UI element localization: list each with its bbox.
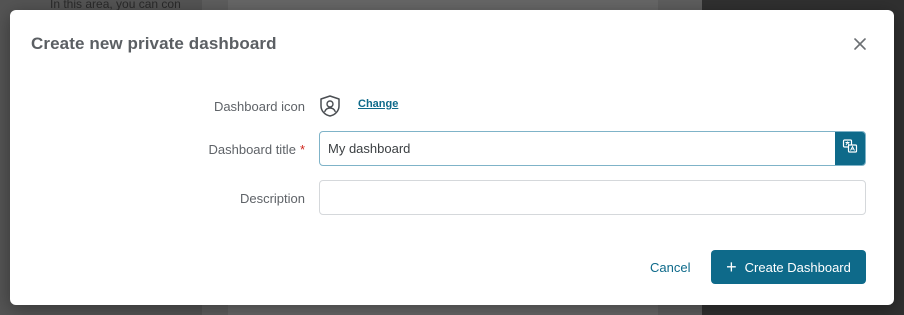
create-dashboard-dialog: Create new private dashboard Dashboard i… bbox=[10, 10, 894, 305]
plus-icon: + bbox=[726, 257, 737, 277]
cancel-button[interactable]: Cancel bbox=[650, 260, 690, 275]
dashboard-title-input[interactable] bbox=[320, 132, 836, 165]
close-icon[interactable] bbox=[852, 36, 868, 52]
dashboard-title-label-text: Dashboard title bbox=[208, 142, 296, 157]
dashboard-title-label: Dashboard title * bbox=[208, 142, 305, 157]
translate-icon bbox=[842, 138, 858, 159]
create-dashboard-label: Create Dashboard bbox=[744, 259, 851, 275]
create-dashboard-button[interactable]: + Create Dashboard bbox=[711, 250, 866, 284]
user-shield-icon bbox=[318, 94, 342, 118]
description-input[interactable] bbox=[319, 180, 866, 215]
translate-button[interactable] bbox=[835, 132, 865, 165]
dashboard-title-field-wrapper bbox=[319, 131, 866, 166]
dialog-title: Create new private dashboard bbox=[31, 34, 277, 53]
required-marker: * bbox=[299, 142, 305, 157]
description-label: Description bbox=[239, 191, 305, 206]
dashboard-icon-label: Dashboard icon bbox=[213, 99, 305, 114]
change-icon-link[interactable]: Change bbox=[358, 98, 398, 110]
